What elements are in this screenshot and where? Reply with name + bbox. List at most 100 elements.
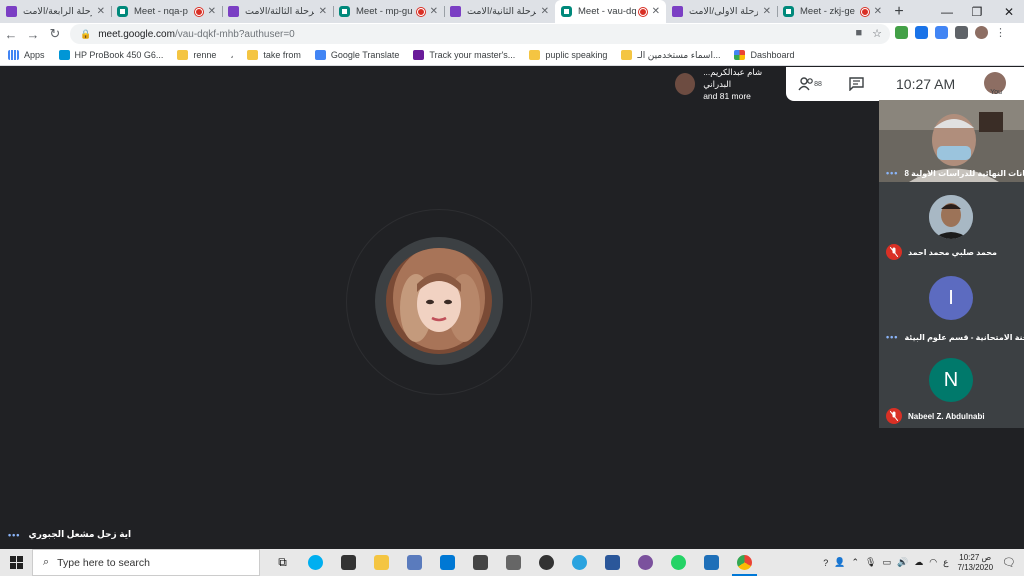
browser-tab[interactable]: المرحلة الرابعة/الامت ✕ [0,0,111,23]
browser-tab[interactable]: Meet - mp-gu ✕ [333,0,444,23]
extension-icon[interactable] [935,26,948,39]
notifications-icon[interactable]: 🗨 [1002,556,1016,569]
close-window-icon[interactable]: ✕ [994,0,1024,23]
extension-icon[interactable] [895,26,908,39]
participant-count: 88 [814,80,822,88]
file-explorer-icon[interactable] [365,549,398,576]
close-icon[interactable]: ✕ [763,6,771,17]
taskbar-search-box[interactable]: ⌕ Type here to search [32,549,260,576]
task-view-icon[interactable]: ⧉ [266,549,299,576]
windows-start-icon[interactable] [0,549,32,576]
sticky-notes-icon[interactable] [464,549,497,576]
participant-tile[interactable]: N Nabeel Z. Abdulnabi [879,346,1024,428]
chat-button[interactable] [834,77,878,91]
participant-tile[interactable]: I ••• اللجنة الامتحانية - قسم علوم البيئ… [879,264,1024,346]
bookmark-hp[interactable]: HP ProBook 450 G6... [58,50,163,60]
chevron-up-icon[interactable]: ⌃ [851,557,859,568]
browser-tab[interactable]: المرحلة الثالثة/الامت ✕ [222,0,333,23]
address-bar[interactable]: 🔒 meet.google.com/vau-dqkf-mhb?authuser=… [70,24,890,44]
word-icon[interactable] [596,549,629,576]
chrome-icon[interactable] [728,549,761,576]
more-options-dots-icon[interactable]: ••• [886,332,898,342]
close-icon[interactable]: ✕ [97,6,105,17]
wifi-icon[interactable]: ◠ [929,557,937,568]
close-icon[interactable]: ✕ [874,6,882,17]
classroom-icon [6,6,17,17]
bookmark-label: Track your master's... [429,50,516,60]
recording-icon [638,7,647,16]
photos-icon[interactable] [695,549,728,576]
whatsapp-icon[interactable] [662,549,695,576]
close-icon[interactable]: ✕ [430,6,438,17]
bookmark-dashboard[interactable]: Dashboard [734,50,795,60]
close-icon[interactable]: ✕ [319,6,327,17]
bookmark-item[interactable]: ، [230,50,233,61]
new-tab-button[interactable]: + [888,0,910,23]
tab-title: Meet - vau-dq [578,6,636,17]
forward-arrow-icon[interactable]: → [22,23,44,45]
profile-avatar[interactable] [975,26,988,39]
mail-icon[interactable] [431,549,464,576]
help-icon[interactable]: ? [823,558,828,568]
bookmark-apps[interactable]: Apps [8,50,45,60]
search-icon: ⌕ [43,556,50,568]
extension-icon[interactable] [915,26,928,39]
bookmark-translate[interactable]: Google Translate [314,50,399,60]
viber-icon[interactable] [629,549,662,576]
people-icon[interactable]: 👤 [834,557,845,568]
onedrive-icon[interactable]: ☁ [914,557,923,568]
browser-tab[interactable]: المرحلة الثانية/الامت ✕ [444,0,555,23]
bookmarks-bar: Apps HP ProBook 450 G6... renne ، take f… [0,45,1024,66]
app-icon[interactable] [398,549,431,576]
hp-icon [58,50,70,60]
folder-icon [247,50,259,60]
participant-tile[interactable]: محمد صلبي محمد احمد [879,182,1024,264]
lock-icon: 🔒 [80,28,92,39]
bookmark-folder[interactable]: puplic speaking [529,50,607,60]
more-options-dots-icon[interactable]: ••• [886,168,898,178]
mic-icon[interactable]: 🎙 [865,557,876,568]
minimize-icon[interactable]: — [932,0,962,23]
language-indicator[interactable]: ع [943,557,948,568]
close-icon[interactable]: ✕ [208,6,216,17]
recording-icon [194,7,203,16]
classroom-icon [450,6,461,17]
bookmark-track[interactable]: Track your master's... [413,50,515,60]
store-icon[interactable] [332,549,365,576]
reload-icon[interactable]: ↻ [44,23,66,45]
camera-in-use-icon[interactable]: ■ [855,27,862,40]
battery-icon[interactable]: ▭ [882,557,891,568]
close-icon[interactable]: ✕ [541,6,549,17]
participant-tile[interactable]: ••• الامتحانات النهائية للدراسات الاولية… [879,100,1024,182]
browser-tab[interactable]: المرحلة الاولى/الامت ✕ [666,0,777,23]
url-path: /vau-dqkf-mhb?authuser=0 [174,28,295,40]
meet-icon [561,6,572,17]
telegram-icon[interactable] [563,549,596,576]
kebab-menu-icon[interactable]: ⋮ [995,26,1006,39]
back-arrow-icon[interactable]: ← [0,23,22,45]
calculator-icon[interactable] [497,549,530,576]
close-icon[interactable]: ✕ [652,6,660,17]
tab-title: المرحلة الثانية/الامت [467,6,536,17]
skype-icon[interactable] [299,549,332,576]
volume-icon[interactable]: 🔊 [897,557,908,568]
puzzle-icon[interactable] [955,26,968,39]
bookmark-folder[interactable]: take from [247,50,301,60]
recording-icon [416,7,425,16]
search-placeholder: Type here to search [57,556,150,569]
bookmark-folder[interactable]: اسماء مستخدمين الـ... [621,50,720,61]
bookmark-star-icon[interactable]: ☆ [872,27,882,40]
restore-icon[interactable]: ❐ [962,0,992,23]
taskbar-clock[interactable]: 10:27 ص 7/13/2020 [957,553,993,573]
browser-tab-active[interactable]: Meet - vau-dq ✕ [555,0,666,23]
bookmark-folder[interactable]: renne [177,50,216,60]
people-button[interactable]: 88 [786,77,834,91]
meet-stage: ••• اية زحل مشعل الجبوري ...شام عبدالكري… [0,67,1024,549]
people-summary-card[interactable]: ...شام عبدالكريم البدراني and 81 more [670,67,785,101]
meet-icon [117,6,128,17]
more-options-dots-icon[interactable]: ••• [8,530,20,540]
app-icon[interactable] [530,549,563,576]
folder-icon [529,50,541,60]
browser-tab[interactable]: Meet - zkj-ge ✕ [777,0,888,23]
browser-tab[interactable]: Meet - nqa-p ✕ [111,0,222,23]
